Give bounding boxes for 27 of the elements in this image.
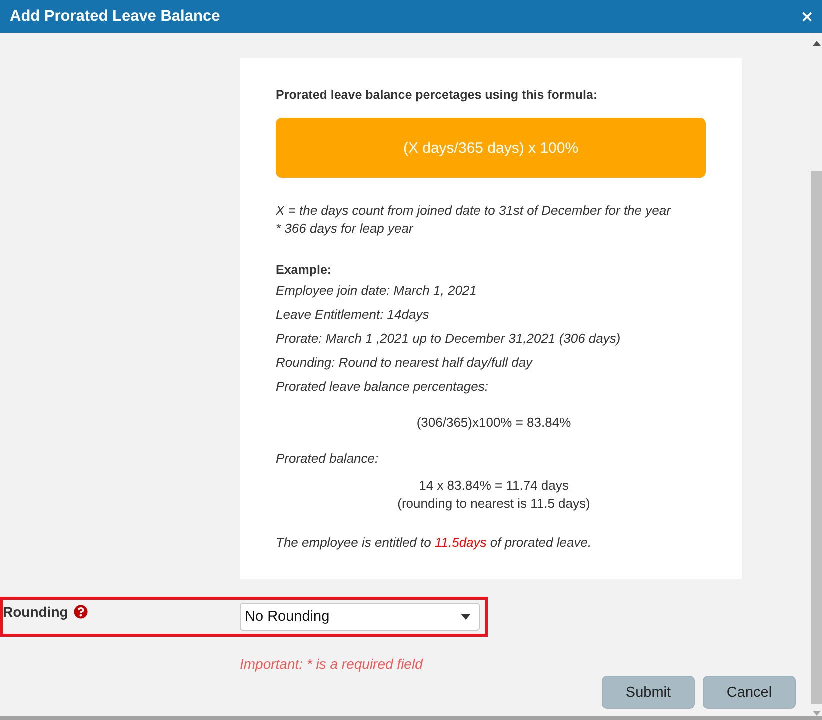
balance-calculation: (rounding to nearest is 11.5 days) (398, 495, 590, 513)
balance-label: Prorated balance: (276, 450, 380, 468)
percentage-calculation: (306/365)x100% = 83.84% (416, 414, 572, 432)
balance-calculation: 14 x 83.84% = 11.74 days (419, 477, 569, 495)
scrollbar-thumb[interactable] (811, 171, 822, 704)
scroll-down-icon[interactable] (813, 711, 821, 716)
example-line: Prorated leave balance percentages: (276, 378, 490, 396)
formula-heading: Prorated leave balance percetages using this formula: (276, 87, 599, 104)
entitlement-sentence: The employee is entitled to 11.5days of prorated leave. (276, 534, 592, 552)
example-line: Prorate: March 1 ,2021 up to December 31,2021 (306 days) (276, 330, 622, 348)
rounding-select[interactable]: No Rounding (240, 603, 480, 631)
help-icon[interactable] (74, 605, 88, 619)
example-heading: Example: (276, 262, 333, 279)
formula-note: X = the days count from joined date to 31st of December for the year (276, 202, 672, 220)
formula-banner: (X days/365 days) x 100% (276, 118, 706, 178)
cancel-button[interactable]: Cancel (703, 676, 796, 709)
example-line: Leave Entitlement: 14days (276, 306, 430, 324)
close-button[interactable]: × (800, 8, 814, 24)
submit-button[interactable]: Submit (602, 676, 695, 709)
formula-note: * 366 days for leap year (276, 220, 415, 238)
caret-down-icon (461, 614, 471, 620)
scroll-up-icon[interactable] (813, 41, 821, 46)
window-title: Add Prorated Leave Balance (10, 6, 220, 26)
rounding-label: Rounding (3, 603, 68, 621)
required-note: Important: * is a required field (240, 655, 423, 673)
example-line: Employee join date: March 1, 2021 (276, 282, 478, 300)
example-line: Rounding: Round to nearest half day/full day (276, 354, 534, 372)
